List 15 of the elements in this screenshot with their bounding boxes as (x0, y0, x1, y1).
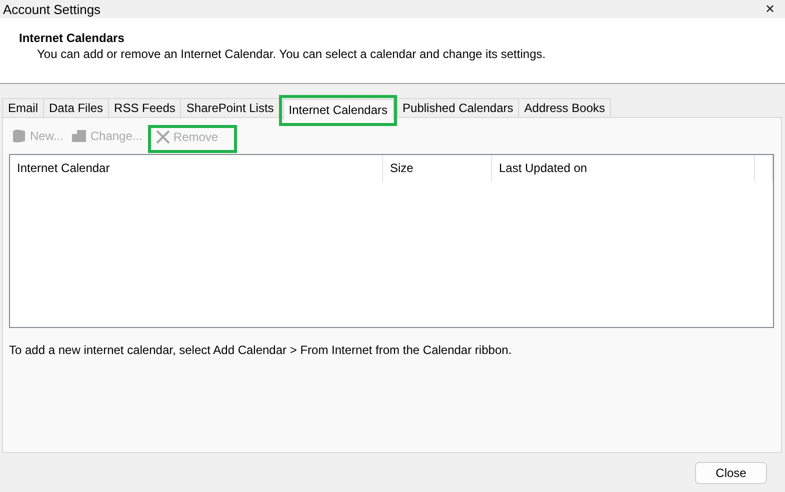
tab[interactable]: Internet Calendars (282, 99, 394, 120)
close-button[interactable]: ✕ (754, 2, 785, 16)
close-button[interactable]: Close (695, 462, 767, 484)
window-title: Account Settings (3, 2, 101, 16)
tab[interactable]: Published Calendars (396, 98, 520, 117)
tab[interactable]: Email (2, 98, 44, 117)
section-title: Internet Calendars (19, 31, 126, 45)
column-header[interactable]: Internet Calendar (10, 155, 383, 182)
calendar-list[interactable]: Internet Calendar Size Last Updated on (9, 154, 774, 328)
section-description: You can add or remove an Internet Calendar. You can select a calendar and change its settings. (36, 47, 547, 61)
column-header[interactable]: Size (383, 155, 492, 182)
column-header[interactable]: Last Updated on (492, 155, 755, 182)
tab[interactable]: Address Books (518, 98, 611, 117)
hint-text: To add a new internet calendar, select Add Calendar > From Internet from the Calendar ribbon. (9, 343, 513, 357)
remove-icon (156, 130, 170, 144)
